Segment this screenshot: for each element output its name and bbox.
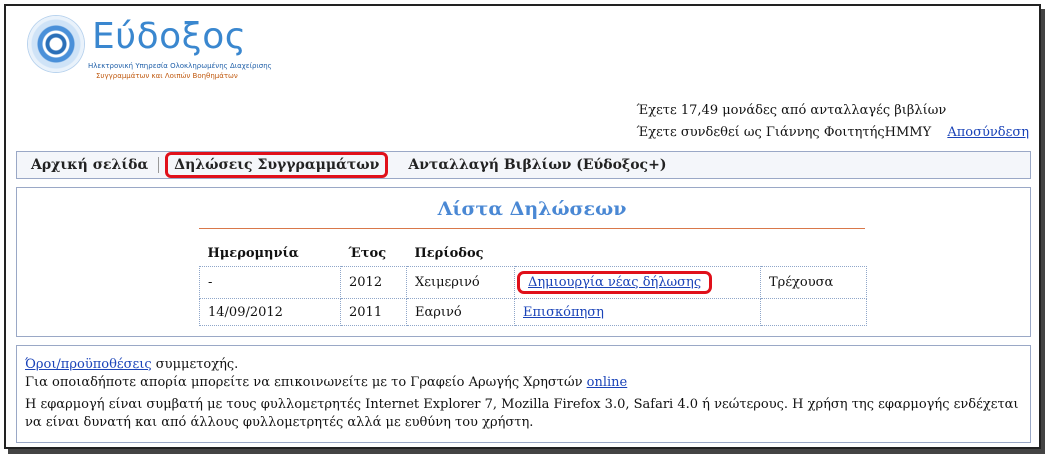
declarations-title: Λίστα Δηλώσεων: [437, 198, 627, 220]
logo-subtitle-2: Συγγραμμάτων και Λοιπών Βοηθημάτων: [96, 72, 238, 80]
declarations-panel: Λίστα Δηλώσεων Ημερομηνία Έτος Περίοδος …: [16, 187, 1031, 337]
title-divider: [199, 228, 865, 229]
cell-date: -: [199, 266, 341, 299]
cell-status: [760, 298, 867, 326]
logo-ring-icon: [28, 16, 84, 72]
page-frame: Εύδοξος Ηλεκτρονική Υπηρεσία Ολοκληρωμέν…: [4, 4, 1041, 449]
logged-in-text: Έχετε συνδεθεί ως Γιάννης ΦοιτητήςΗΜΜΥ: [636, 125, 932, 140]
cell-period: Χειμερινό: [406, 266, 515, 299]
create-declaration-link[interactable]: Δημιουργία νέας δήλωσης: [528, 275, 701, 290]
terms-link[interactable]: Όροι/προϋποθέσεις: [25, 357, 152, 372]
terms-suffix: συμμετοχής.: [151, 357, 239, 372]
credits-text: Έχετε 17,49 μονάδες από ανταλλαγές βιβλί…: [636, 103, 947, 118]
cell-year: 2011: [340, 298, 407, 326]
compatibility-text: Η εφαρμογή είναι συμβατή με τους φυλλομε…: [25, 397, 1019, 430]
cell-year: 2012: [340, 266, 407, 299]
highlight-box: Δημιουργία νέας δήλωσης: [517, 271, 713, 294]
cell-date: 14/09/2012: [199, 298, 341, 326]
table-row: - 2012 Χειμερινό Δημιουργία νέας δήλωσης…: [199, 266, 867, 299]
help-text: Για οποιαδήποτε απορία μπορείτε να επικο…: [25, 375, 587, 390]
header-period: Περίοδος: [414, 245, 484, 261]
help-online-link[interactable]: online: [587, 375, 628, 390]
cell-action: Επισκόπηση: [514, 298, 761, 326]
table-row: 14/09/2012 2011 Εαρινό Επισκόπηση: [199, 298, 867, 326]
header-year: Έτος: [348, 245, 387, 261]
cell-period: Εαρινό: [406, 298, 515, 326]
declarations-table: Ημερομηνία Έτος Περίοδος - 2012 Χειμεριν…: [199, 240, 867, 326]
nav-divider: [158, 157, 160, 173]
nav-home[interactable]: Αρχική σελίδα: [17, 157, 158, 173]
logout-link[interactable]: Αποσύνδεση: [947, 125, 1029, 140]
header-action: [515, 240, 761, 267]
logo-subtitle-1: Ηλεκτρονική Υπηρεσία Ολοκληρωμένης Διαχε…: [88, 62, 272, 70]
header-date: Ημερομηνία: [207, 245, 299, 261]
help-line: Για οποιαδήποτε απορία μπορείτε να επικο…: [25, 374, 1022, 392]
view-declaration-link[interactable]: Επισκόπηση: [523, 305, 604, 320]
terms-line: Όροι/προϋποθέσεις συμμετοχής.: [25, 356, 1022, 374]
main-nav: Αρχική σελίδα Δηλώσεις Συγγραμμάτων Αντα…: [16, 151, 1031, 179]
user-info: Έχετε 17,49 μονάδες από ανταλλαγές βιβλί…: [637, 100, 1030, 144]
nav-declarations[interactable]: Δηλώσεις Συγγραμμάτων: [165, 152, 389, 178]
eudoxus-logo[interactable]: Εύδοξος Ηλεκτρονική Υπηρεσία Ολοκληρωμέν…: [28, 14, 288, 94]
cell-action: Δημιουργία νέας δήλωσης: [514, 266, 761, 299]
nav-book-exchange[interactable]: Ανταλλαγή Βιβλίων (Εύδοξος+): [394, 157, 676, 173]
header-status: [761, 240, 867, 267]
cell-status: Τρέχουσα: [760, 266, 867, 299]
logo-wordmark: Εύδοξος: [92, 16, 247, 57]
logged-in-line: Έχετε συνδεθεί ως Γιάννης ΦοιτητήςΗΜΜΥ Α…: [637, 122, 1030, 144]
footer-info: Όροι/προϋποθέσεις συμμετοχής. Για οποιαδ…: [16, 345, 1031, 443]
table-header-row: Ημερομηνία Έτος Περίοδος: [200, 240, 867, 267]
